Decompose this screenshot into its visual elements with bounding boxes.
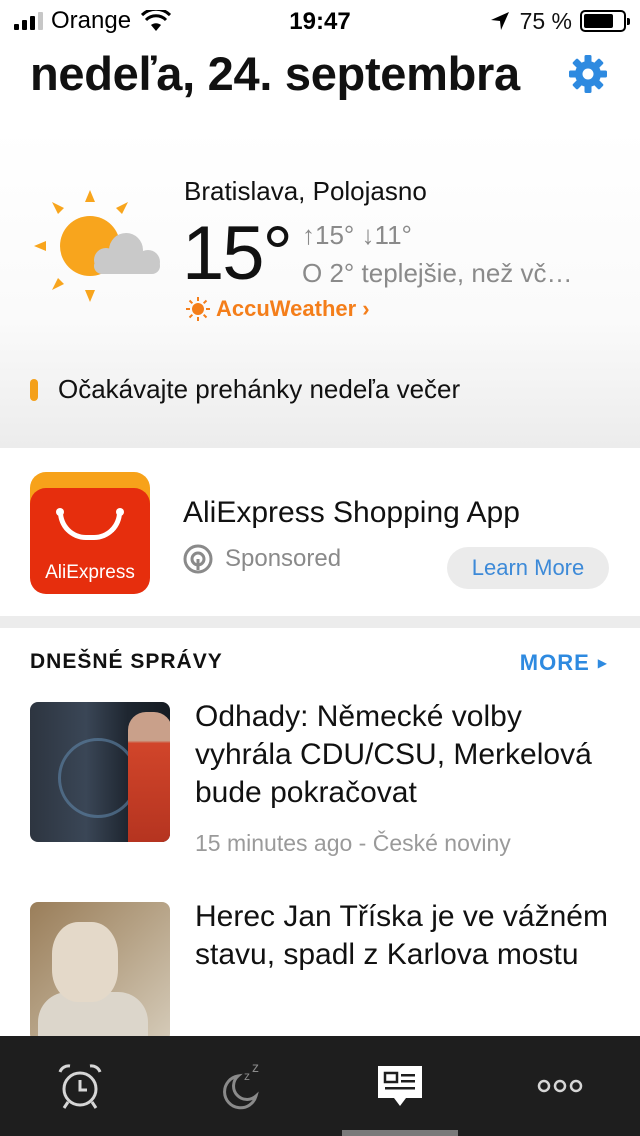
alarm-clock-icon: [58, 1064, 102, 1109]
tab-news[interactable]: [320, 1036, 480, 1136]
learn-more-button[interactable]: Learn More: [447, 547, 609, 589]
tab-more[interactable]: [480, 1036, 640, 1136]
forecast-indicator: [30, 378, 38, 401]
sponsored-label: Sponsored: [183, 544, 341, 574]
sponsored-icon: [183, 544, 213, 574]
weather-temperature: 15°: [182, 211, 293, 296]
battery-percent: 75 %: [519, 7, 572, 34]
sleep-moon-icon: z z: [223, 1059, 259, 1110]
gear-icon[interactable]: [568, 54, 608, 94]
news-article[interactable]: Odhady: Německé volby vyhrála CDU/CSU, M…: [30, 700, 610, 862]
page-title-date: nedeľa, 24. septembra: [30, 47, 520, 100]
location-arrow-icon: [490, 12, 509, 30]
triangle-right-icon: ▶: [597, 656, 608, 670]
accuweather-label: AccuWeather: [216, 296, 357, 321]
status-bar: Orange 19:47 75 %: [0, 0, 640, 40]
sun-icon: [186, 297, 210, 321]
sponsored-text: Sponsored: [225, 545, 342, 572]
chevron-right-icon: ›: [362, 296, 370, 321]
news-section-title: DNEŠNÉ SPRÁVY: [30, 650, 223, 673]
news-more-label: MORE: [519, 650, 590, 675]
sponsored-ad-card[interactable]: AliExpress AliExpress Shopping App Spons…: [0, 448, 640, 616]
tab-sleep[interactable]: z z: [160, 1036, 320, 1136]
accuweather-link[interactable]: AccuWeather ›: [186, 296, 370, 322]
svg-text:z: z: [252, 1059, 259, 1075]
article-thumbnail: [30, 702, 170, 842]
svg-text:z: z: [244, 1069, 250, 1083]
news-article[interactable]: Herec Jan Tříska je ve vážném stavu, spa…: [30, 900, 610, 1042]
tab-alarm[interactable]: [0, 1036, 160, 1136]
active-tab-indicator: [342, 1130, 458, 1136]
tab-bar: z z: [0, 1036, 640, 1136]
forecast-note: Očakávajte prehánky nedeľa večer: [30, 374, 460, 405]
aliexpress-logo: AliExpress: [30, 472, 150, 594]
weather-comparison: O 2° teplejšie, než vč…: [302, 258, 573, 288]
section-divider: [0, 616, 640, 628]
forecast-text: Očakávajte prehánky nedeľa večer: [58, 374, 461, 404]
weather-high-low: ↑15° ↓11°: [302, 220, 412, 250]
article-headline: Odhady: Německé volby vyhrála CDU/CSU, M…: [195, 700, 592, 809]
article-meta: 15 minutes ago - České noviny: [195, 830, 511, 856]
weather-card[interactable]: Bratislava, Polojasno 15° ↑15° ↓11° O 2°…: [0, 128, 640, 448]
article-thumbnail: [30, 902, 170, 1042]
weather-location: Bratislava, Polojasno: [184, 176, 427, 206]
ad-brand-text: AliExpress: [45, 562, 135, 583]
battery-icon: [580, 10, 630, 32]
status-right: 75 %: [490, 7, 630, 34]
news-more-link[interactable]: MORE ▶: [520, 650, 608, 676]
article-headline: Herec Jan Tříska je ve vážném stavu, spa…: [195, 900, 608, 971]
news-icon: [378, 1066, 422, 1106]
partly-sunny-icon: [34, 190, 160, 302]
more-dots-icon: [537, 1079, 583, 1093]
ad-title: AliExpress Shopping App: [183, 496, 520, 529]
